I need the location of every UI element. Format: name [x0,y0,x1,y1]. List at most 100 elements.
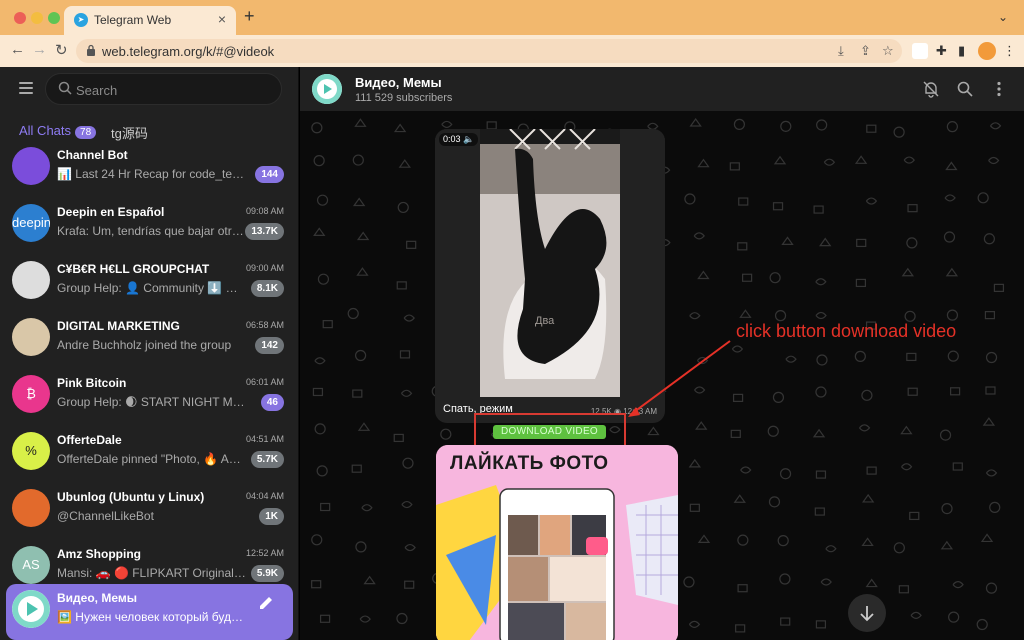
mute-bell-icon[interactable] [922,80,940,98]
video-watermark: Два [535,315,555,327]
window-zoom-button[interactable] [48,12,60,24]
chat-name: Видео, Мемы [57,591,137,605]
chat-time: 09:00 AM [245,263,284,273]
chat-time: 04:04 AM [245,491,284,501]
video-duration: 0:03 [443,134,461,144]
browser-menu-icon[interactable]: ⋮ [1003,43,1016,59]
chat-avatar [12,489,50,527]
sidepanel-icon[interactable]: ▮ [958,43,965,59]
channel-avatar[interactable] [312,74,342,104]
window-close-button[interactable] [14,12,26,24]
chat-avatar: AS [12,546,50,584]
unread-badge: 1K [259,508,284,525]
message-time: 12:13 AM [623,407,657,416]
folder-tab-all-chats[interactable]: All Chats 78 [19,123,97,139]
chat-preview: 🖼️ Нужен человек который будет лайк... [57,610,247,624]
channel-title: Видео, Мемы [355,75,442,90]
main-menu-icon[interactable] [19,82,33,94]
chat-avatar [12,318,50,356]
chat-list-item[interactable]: Channel Bot 📊 Last 24 Hr Recap for code_t… [6,141,293,197]
chat-list-item[interactable]: C¥B€R H€LL GROUPCHAT 09:00 AM Group Help: … [6,255,293,311]
chat-avatar [12,590,50,628]
video-duration-badge: 0:03 🔈 [439,133,479,146]
video-thumbnail[interactable]: Два [435,129,665,397]
chat-avatar: deepin [12,204,50,242]
image-headline: ЛАЙКАТЬ ФОТО [450,453,609,474]
annotation-text: click button download video [736,321,957,341]
image-message[interactable]: ЛАЙКАТЬ ФОТО [436,445,678,640]
search-box [45,73,282,105]
unread-badge: 13.7K [245,223,284,240]
install-app-icon[interactable]: ⤓ [838,43,844,59]
chat-header[interactable]: Видео, Мемы 111 529 subscribers [300,67,1024,111]
chat-name: Channel Bot [57,148,128,162]
calendar-extension-icon[interactable] [912,43,928,59]
folder-tab-tg[interactable]: tg源码 [111,123,148,142]
window-minimize-button[interactable] [31,12,43,24]
chat-preview: @ChannelLikeBot [57,509,154,523]
unread-badge: 5.7K [250,451,284,468]
unread-badge: 5.9K [250,565,284,582]
chat-preview: Group Help: 🌒 START NIGHT MODE ... [57,395,247,409]
unread-badge: 46 [260,394,284,411]
scroll-down-button[interactable] [848,594,886,632]
chat-preview: 📊 Last 24 Hr Recap for code_test To... [57,167,247,181]
chat-list-item[interactable]: Ubunlog (Ubuntu y Linux) 04:04 AM @Channel… [6,483,293,539]
back-button[interactable]: ← [10,41,25,58]
browser-toolbar: ← → ↻ web.telegram.org/k/#@videok ⤓ ⇪ ☆ … [0,35,1024,67]
chat-list-item[interactable]: ₿ Pink Bitcoin 06:01 AM Group Help: 🌒 START… [6,369,293,425]
chat-name: DIGITAL MARKETING [57,319,180,333]
forward-button[interactable]: → [32,41,47,58]
browser-tabbar: ➤ Telegram Web × + ⌄ [0,0,1024,35]
bookmark-star-icon[interactable]: ☆ [882,43,894,59]
chat-preview: Mansi: 🚗 🔴 FLIPKART Original Deal... [57,566,247,580]
chat-list-item[interactable]: Видео, Мемы 🖼️ Нужен человек который буде… [6,584,293,640]
chat-time: 09:08 AM [245,206,284,216]
chat-preview: Group Help: 👤 Community ⬇️ @cy... [57,281,247,295]
search-icon [58,81,72,95]
chat-list-item[interactable]: % OfferteDale 04:51 AM OfferteDale pinned "… [6,426,293,482]
chat-time: 04:51 AM [245,434,284,444]
folder-unread-badge: 78 [75,126,97,139]
chat-time: 06:01 AM [245,377,284,387]
chat-avatar [12,147,50,185]
chat-list-item[interactable]: DIGITAL MARKETING 06:58 AM Andre Buchholz … [6,312,293,368]
chat-avatar [12,261,50,299]
extensions-puzzle-icon[interactable]: ✚ [936,43,947,59]
chat-list-item[interactable]: deepin Deepin en Español 09:08 AM Krafa: Um… [6,198,293,254]
video-message[interactable]: Два 0:03 🔈 Спать, режим 12.5K ◉ 12:13 AM [435,129,665,423]
chat-preview: Andre Buchholz joined the group [57,338,232,352]
muted-speaker-icon: 🔈 [463,134,475,144]
chat-name: Pink Bitcoin [57,376,127,390]
search-input[interactable] [76,80,266,100]
folder-label: tg源码 [111,126,148,141]
address-bar[interactable]: web.telegram.org/k/#@videok ⤓ ⇪ ☆ [76,39,902,63]
unread-badge: 8.1K [250,280,284,297]
play-logo-icon [312,74,342,104]
telegram-favicon-icon: ➤ [74,13,88,27]
chat-time: 06:58 AM [245,320,284,330]
reload-button[interactable]: ↻ [55,41,68,59]
browser-tab[interactable]: ➤ Telegram Web × [64,6,236,35]
compose-pencil-icon[interactable] [257,594,275,612]
search-icon[interactable] [956,80,974,98]
chat-avatar: % [12,432,50,470]
share-icon[interactable]: ⇪ [860,43,871,59]
chat-area: Видео, Мемы 111 529 subscribers Два 0:03… [300,67,1024,640]
new-tab-button[interactable]: + [244,6,255,27]
chat-name: Ubunlog (Ubuntu y Linux) [57,490,205,504]
url-text: web.telegram.org/k/#@videok [102,44,275,59]
chat-name: OfferteDale [57,433,122,447]
unread-badge: 142 [255,337,284,354]
tab-close-icon[interactable]: × [218,11,226,27]
unread-badge: 144 [255,166,284,183]
subscriber-count: 111 529 subscribers [355,92,453,104]
profile-avatar[interactable] [978,42,996,60]
tab-search-chevron-icon[interactable]: ⌄ [998,10,1008,24]
play-logo-icon [12,590,50,628]
chat-time: 12:52 AM [245,548,284,558]
chat-preview: OfferteDale pinned "Photo, 🔥 ARRIV... [57,452,247,466]
chat-list-sidebar: All Chats78 tg源码 Channel Bot 📊 Last 24 Hr… [0,67,299,640]
tab-title: Telegram Web [94,13,172,27]
more-options-icon[interactable] [990,80,1008,98]
